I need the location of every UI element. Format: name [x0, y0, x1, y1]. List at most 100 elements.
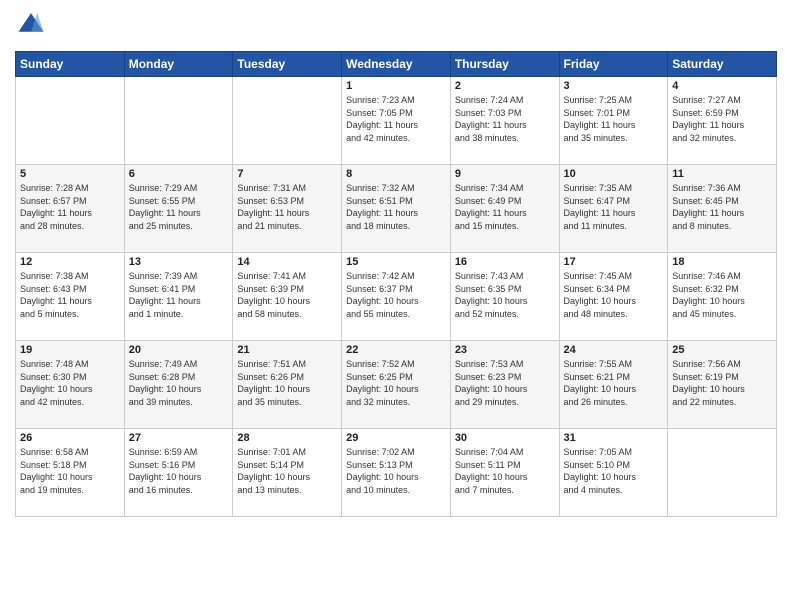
table-row — [16, 77, 125, 165]
day-info: Sunrise: 7:56 AM Sunset: 6:19 PM Dayligh… — [672, 358, 772, 408]
day-info: Sunrise: 6:58 AM Sunset: 5:18 PM Dayligh… — [20, 446, 120, 496]
calendar-week-row: 19 Sunrise: 7:48 AM Sunset: 6:30 PM Dayli… — [16, 341, 777, 429]
calendar-week-row: 1 Sunrise: 7:23 AM Sunset: 7:05 PM Daylig… — [16, 77, 777, 165]
day-number: 20 — [129, 344, 229, 356]
day-number: 18 — [672, 256, 772, 268]
table-row: 26 Sunrise: 6:58 AM Sunset: 5:18 PM Dayli… — [16, 429, 125, 517]
day-number: 11 — [672, 168, 772, 180]
day-info: Sunrise: 7:43 AM Sunset: 6:35 PM Dayligh… — [455, 270, 555, 320]
day-info: Sunrise: 7:49 AM Sunset: 6:28 PM Dayligh… — [129, 358, 229, 408]
table-row: 10Sunrise: 7:35 AM Sunset: 6:47 PM Dayli… — [559, 165, 668, 253]
table-row: 13 Sunrise: 7:39 AM Sunset: 6:41 PM Dayli… — [124, 253, 233, 341]
day-info: Sunrise: 7:29 AM Sunset: 6:55 PM Dayligh… — [129, 182, 229, 232]
table-row: 30Sunrise: 7:04 AM Sunset: 5:11 PM Dayli… — [450, 429, 559, 517]
col-monday: Monday — [124, 52, 233, 77]
day-number: 8 — [346, 168, 446, 180]
table-row: 18Sunrise: 7:46 AM Sunset: 6:32 PM Dayli… — [668, 253, 777, 341]
table-row: 15 Sunrise: 7:42 AM Sunset: 6:37 PM Dayli… — [342, 253, 451, 341]
table-row: 29 Sunrise: 7:02 AM Sunset: 5:13 PM Dayli… — [342, 429, 451, 517]
col-saturday: Saturday — [668, 52, 777, 77]
table-row: 19 Sunrise: 7:48 AM Sunset: 6:30 PM Dayli… — [16, 341, 125, 429]
col-thursday: Thursday — [450, 52, 559, 77]
calendar-header-row: Sunday Monday Tuesday Wednesday Thursday… — [16, 52, 777, 77]
day-number: 6 — [129, 168, 229, 180]
table-row: 31Sunrise: 7:05 AM Sunset: 5:10 PM Dayli… — [559, 429, 668, 517]
day-number: 30 — [455, 432, 555, 444]
day-number: 26 — [20, 432, 120, 444]
col-wednesday: Wednesday — [342, 52, 451, 77]
col-friday: Friday — [559, 52, 668, 77]
table-row — [233, 77, 342, 165]
day-number: 24 — [564, 344, 664, 356]
day-info: Sunrise: 7:48 AM Sunset: 6:30 PM Dayligh… — [20, 358, 120, 408]
day-number: 19 — [20, 344, 120, 356]
day-number: 21 — [237, 344, 337, 356]
table-row: 1 Sunrise: 7:23 AM Sunset: 7:05 PM Daylig… — [342, 77, 451, 165]
day-info: Sunrise: 7:51 AM Sunset: 6:26 PM Dayligh… — [237, 358, 337, 408]
table-row: 12Sunrise: 7:38 AM Sunset: 6:43 PM Dayli… — [16, 253, 125, 341]
col-sunday: Sunday — [16, 52, 125, 77]
day-number: 13 — [129, 256, 229, 268]
col-tuesday: Tuesday — [233, 52, 342, 77]
day-number: 27 — [129, 432, 229, 444]
table-row: 23 Sunrise: 7:53 AM Sunset: 6:23 PM Dayli… — [450, 341, 559, 429]
logo — [15, 10, 47, 43]
table-row: 14 Sunrise: 7:41 AM Sunset: 6:39 PM Dayli… — [233, 253, 342, 341]
table-row — [124, 77, 233, 165]
table-row: 5Sunrise: 7:28 AM Sunset: 6:57 PM Daylig… — [16, 165, 125, 253]
logo-icon — [17, 10, 45, 38]
day-info: Sunrise: 7:32 AM Sunset: 6:51 PM Dayligh… — [346, 182, 446, 232]
day-info: Sunrise: 7:27 AM Sunset: 6:59 PM Dayligh… — [672, 94, 772, 144]
table-row: 7Sunrise: 7:31 AM Sunset: 6:53 PM Daylig… — [233, 165, 342, 253]
day-number: 3 — [564, 80, 664, 92]
calendar-table: Sunday Monday Tuesday Wednesday Thursday… — [15, 51, 777, 517]
day-number: 5 — [20, 168, 120, 180]
page: Sunday Monday Tuesday Wednesday Thursday… — [0, 0, 792, 612]
day-info: Sunrise: 7:02 AM Sunset: 5:13 PM Dayligh… — [346, 446, 446, 496]
calendar-week-row: 26 Sunrise: 6:58 AM Sunset: 5:18 PM Dayli… — [16, 429, 777, 517]
day-info: Sunrise: 7:53 AM Sunset: 6:23 PM Dayligh… — [455, 358, 555, 408]
table-row: 9Sunrise: 7:34 AM Sunset: 6:49 PM Daylig… — [450, 165, 559, 253]
table-row: 22 Sunrise: 7:52 AM Sunset: 6:25 PM Dayli… — [342, 341, 451, 429]
table-row: 20 Sunrise: 7:49 AM Sunset: 6:28 PM Dayli… — [124, 341, 233, 429]
table-row: 27 Sunrise: 6:59 AM Sunset: 5:16 PM Dayli… — [124, 429, 233, 517]
day-number: 10 — [564, 168, 664, 180]
day-number: 29 — [346, 432, 446, 444]
table-row: 4 Sunrise: 7:27 AM Sunset: 6:59 PM Daylig… — [668, 77, 777, 165]
table-row: 24 Sunrise: 7:55 AM Sunset: 6:21 PM Dayli… — [559, 341, 668, 429]
table-row: 17Sunrise: 7:45 AM Sunset: 6:34 PM Dayli… — [559, 253, 668, 341]
day-number: 17 — [564, 256, 664, 268]
day-number: 28 — [237, 432, 337, 444]
day-number: 23 — [455, 344, 555, 356]
day-info: Sunrise: 6:59 AM Sunset: 5:16 PM Dayligh… — [129, 446, 229, 496]
day-number: 14 — [237, 256, 337, 268]
day-info: Sunrise: 7:52 AM Sunset: 6:25 PM Dayligh… — [346, 358, 446, 408]
day-number: 22 — [346, 344, 446, 356]
day-info: Sunrise: 7:24 AM Sunset: 7:03 PM Dayligh… — [455, 94, 555, 144]
calendar-week-row: 5Sunrise: 7:28 AM Sunset: 6:57 PM Daylig… — [16, 165, 777, 253]
table-row: 21 Sunrise: 7:51 AM Sunset: 6:26 PM Dayli… — [233, 341, 342, 429]
day-info: Sunrise: 7:34 AM Sunset: 6:49 PM Dayligh… — [455, 182, 555, 232]
table-row: 3 Sunrise: 7:25 AM Sunset: 7:01 PM Daylig… — [559, 77, 668, 165]
day-info: Sunrise: 7:31 AM Sunset: 6:53 PM Dayligh… — [237, 182, 337, 232]
day-info: Sunrise: 7:41 AM Sunset: 6:39 PM Dayligh… — [237, 270, 337, 320]
header — [15, 10, 777, 43]
table-row: 2 Sunrise: 7:24 AM Sunset: 7:03 PM Daylig… — [450, 77, 559, 165]
day-number: 31 — [564, 432, 664, 444]
table-row: 28 Sunrise: 7:01 AM Sunset: 5:14 PM Dayli… — [233, 429, 342, 517]
day-number: 25 — [672, 344, 772, 356]
day-number: 4 — [672, 80, 772, 92]
day-number: 2 — [455, 80, 555, 92]
day-info: Sunrise: 7:23 AM Sunset: 7:05 PM Dayligh… — [346, 94, 446, 144]
day-info: Sunrise: 7:01 AM Sunset: 5:14 PM Dayligh… — [237, 446, 337, 496]
day-info: Sunrise: 7:42 AM Sunset: 6:37 PM Dayligh… — [346, 270, 446, 320]
day-info: Sunrise: 7:38 AM Sunset: 6:43 PM Dayligh… — [20, 270, 120, 320]
day-info: Sunrise: 7:55 AM Sunset: 6:21 PM Dayligh… — [564, 358, 664, 408]
day-number: 15 — [346, 256, 446, 268]
day-number: 1 — [346, 80, 446, 92]
day-info: Sunrise: 7:25 AM Sunset: 7:01 PM Dayligh… — [564, 94, 664, 144]
day-info: Sunrise: 7:39 AM Sunset: 6:41 PM Dayligh… — [129, 270, 229, 320]
table-row: 6 Sunrise: 7:29 AM Sunset: 6:55 PM Daylig… — [124, 165, 233, 253]
day-info: Sunrise: 7:36 AM Sunset: 6:45 PM Dayligh… — [672, 182, 772, 232]
table-row: 25 Sunrise: 7:56 AM Sunset: 6:19 PM Dayli… — [668, 341, 777, 429]
